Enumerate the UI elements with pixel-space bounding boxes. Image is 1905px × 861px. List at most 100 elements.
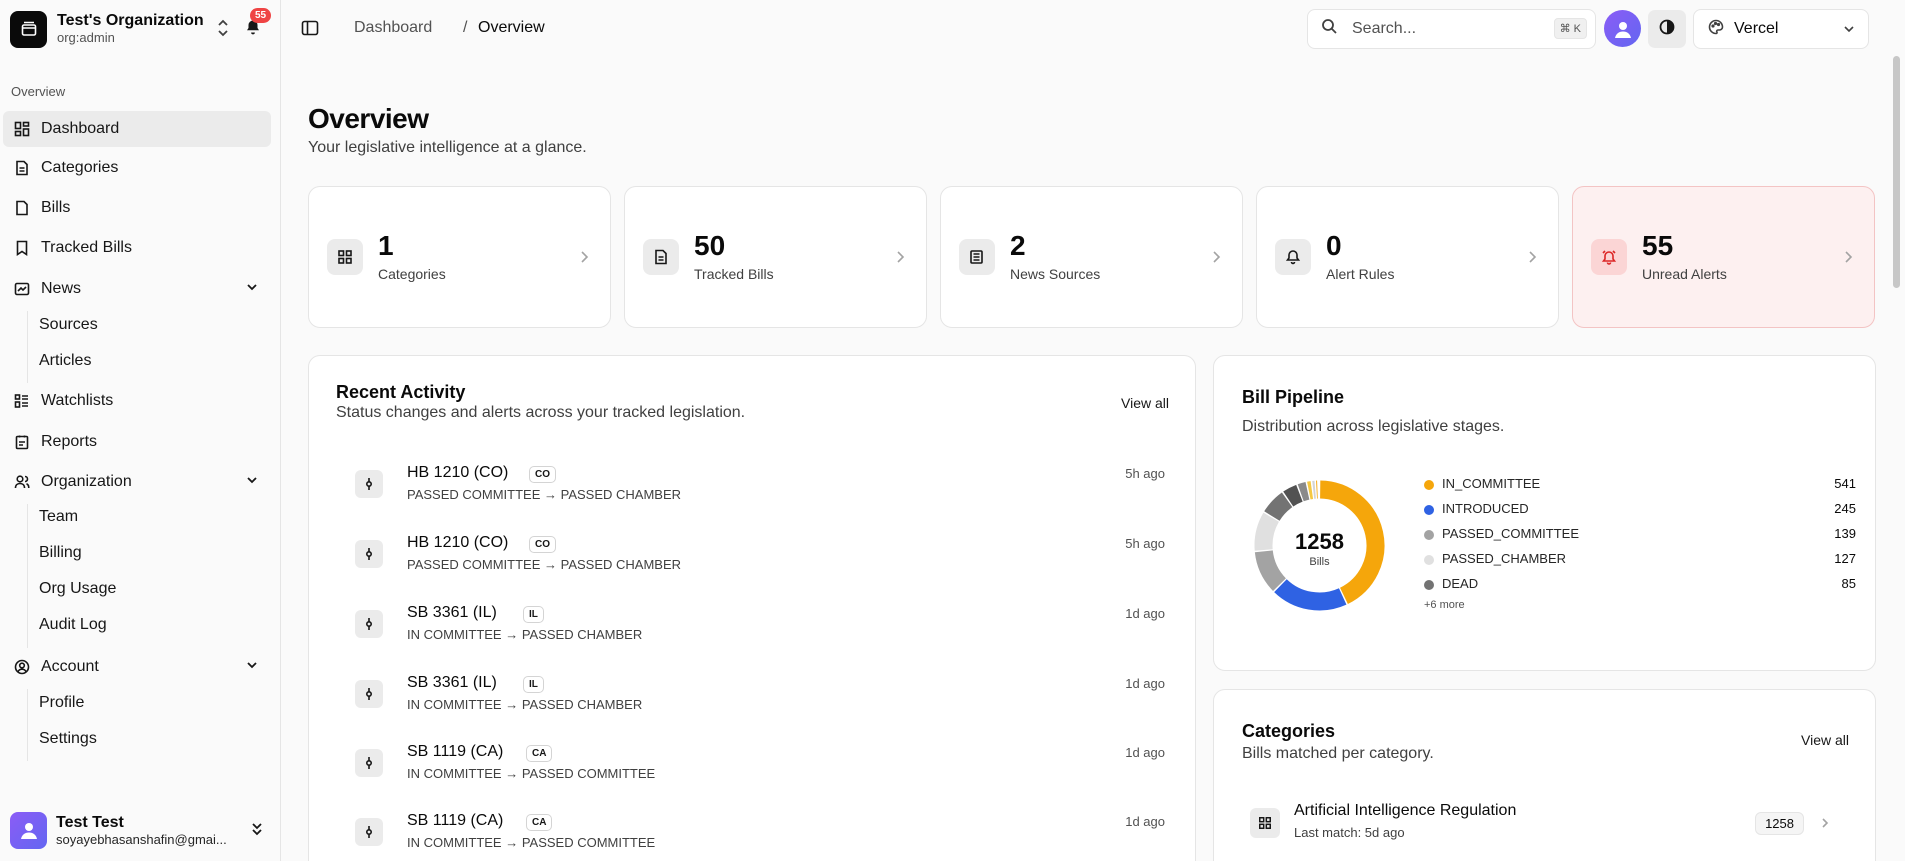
stat-card-news-sources[interactable]: 2 News Sources <box>940 186 1243 328</box>
project-selector[interactable]: Vercel <box>1693 9 1869 49</box>
sidebar-subitem-settings[interactable]: Settings <box>39 730 97 748</box>
sidebar-item-watchlists[interactable]: Watchlists <box>3 383 271 419</box>
breadcrumb-separator: / <box>463 19 468 36</box>
report-icon <box>13 433 31 451</box>
activity-item[interactable]: SB 1119 (CA) CA IN COMMITTEE → PASSED CO… <box>345 741 1165 797</box>
sidebar-subitem-profile[interactable]: Profile <box>39 694 84 712</box>
legend-item: PASSED_CHAMBER 127 <box>1424 551 1856 569</box>
activity-title: HB 1210 (CO) <box>407 464 509 481</box>
file-icon <box>13 199 31 217</box>
sidebar-item-dashboard[interactable]: Dashboard <box>3 111 271 147</box>
activity-item[interactable]: HB 1210 (CO) CO PASSED COMMITTEE → PASSE… <box>345 532 1165 588</box>
submenu-line <box>27 311 28 383</box>
scrollbar[interactable] <box>1893 56 1900 288</box>
chevron-right-icon <box>1820 816 1830 834</box>
view-all-link[interactable]: View all <box>1801 732 1849 748</box>
stat-value: 55 <box>1642 230 1674 261</box>
chevron-right-icon <box>578 250 590 269</box>
view-all-link[interactable]: View all <box>1121 395 1169 411</box>
stat-card-tracked-bills[interactable]: 50 Tracked Bills <box>624 186 927 328</box>
sidebar-item-organization[interactable]: Organization <box>3 464 271 500</box>
org-switcher[interactable]: Test's Organization org:admin <box>10 9 270 49</box>
avatar[interactable] <box>1604 10 1641 47</box>
sidebar-section-label: Overview <box>11 84 66 99</box>
stat-label: Unread Alerts <box>1642 266 1727 282</box>
donut-segment <box>1297 482 1310 502</box>
sidebar-item-account[interactable]: Account <box>3 649 271 685</box>
top-bar: Dashboard / Overview Search... ⌘ K Verce… <box>281 0 1905 56</box>
legend-swatch <box>1424 580 1434 590</box>
legend-item: INTRODUCED 245 <box>1424 501 1856 519</box>
activity-time: 5h ago <box>1125 536 1165 551</box>
keyboard-shortcut: ⌘ K <box>1553 18 1587 39</box>
donut-segment <box>1254 550 1287 591</box>
stat-value: 0 <box>1326 230 1342 261</box>
state-badge: IL <box>523 606 544 623</box>
category-row[interactable]: Artificial Intelligence Regulation Last … <box>1250 798 1834 854</box>
sidebar-toggle-icon[interactable] <box>301 19 319 42</box>
activity-item[interactable]: SB 3361 (IL) IL IN COMMITTEE → PASSED CH… <box>345 602 1165 658</box>
chevrons-up-down-icon <box>216 19 230 42</box>
sidebar-subitem-billing[interactable]: Billing <box>39 544 82 562</box>
card-title: Categories <box>1242 721 1336 741</box>
legend-more-link[interactable]: +6 more <box>1424 599 1465 611</box>
activity-status: PASSED COMMITTEE → PASSED CHAMBER <box>407 557 682 572</box>
stat-card-alert-rules[interactable]: 0 Alert Rules <box>1256 186 1559 328</box>
stat-card-categories[interactable]: 1 Categories <box>308 186 611 328</box>
sidebar-subitem-audit-log[interactable]: Audit Log <box>39 616 107 634</box>
activity-item[interactable]: HB 1210 (CO) CO PASSED COMMITTEE → PASSE… <box>345 462 1165 518</box>
sidebar-item-tracked-bills[interactable]: Tracked Bills <box>3 230 271 266</box>
sidebar-item-reports[interactable]: Reports <box>3 424 271 460</box>
legend-item: PASSED_COMMITTEE 139 <box>1424 526 1856 544</box>
search-placeholder: Search... <box>1352 20 1417 37</box>
chevron-down-icon[interactable] <box>245 280 259 299</box>
breadcrumb-dashboard[interactable]: Dashboard <box>354 19 432 37</box>
sidebar-subitem-articles[interactable]: Articles <box>39 352 91 370</box>
sidebar-subitem-org-usage[interactable]: Org Usage <box>39 580 116 598</box>
commit-icon <box>355 680 383 708</box>
chevron-right-icon <box>1526 250 1538 269</box>
stat-value: 1 <box>378 230 394 261</box>
activity-item[interactable]: SB 1119 (CA) CA IN COMMITTEE → PASSED CO… <box>345 810 1165 861</box>
dashboard-icon <box>13 120 31 138</box>
activity-title: SB 1119 (CA) <box>407 812 504 829</box>
activity-time: 5h ago <box>1125 466 1165 481</box>
stat-card-unread-alerts[interactable]: 55 Unread Alerts <box>1572 186 1875 328</box>
commit-icon <box>355 610 383 638</box>
legend-value: 127 <box>1834 551 1856 566</box>
categories-card: Categories Bills matched per category. V… <box>1213 689 1876 861</box>
sidebar-item-categories[interactable]: Categories <box>3 150 271 186</box>
search-input[interactable]: Search... ⌘ K <box>1307 9 1596 49</box>
sidebar-item-bills[interactable]: Bills <box>3 190 271 226</box>
commit-icon <box>355 818 383 846</box>
user-email: soyayebhasanshafin@gmai... <box>56 831 227 847</box>
page-subtitle: Your legislative intelligence at a glanc… <box>308 139 587 156</box>
card-title: Bill Pipeline <box>1242 387 1345 407</box>
theme-toggle-button[interactable] <box>1648 10 1686 48</box>
avatar <box>10 811 47 849</box>
sidebar-item-news[interactable]: News <box>3 271 271 307</box>
user-menu[interactable]: Test Test soyayebhasanshafin@gmai... <box>10 808 272 852</box>
stat-value: 50 <box>694 230 726 261</box>
sidebar-subitem-sources[interactable]: Sources <box>39 316 98 334</box>
sidebar-item-label: Categories <box>41 159 119 176</box>
legend-swatch <box>1424 480 1434 490</box>
stat-label: Categories <box>378 266 446 282</box>
state-badge: CA <box>526 745 553 762</box>
card-subtitle: Status changes and alerts across your tr… <box>336 404 746 421</box>
chevron-down-icon <box>1842 22 1856 41</box>
chevron-down-icon[interactable] <box>245 658 259 677</box>
legend-swatch <box>1424 530 1434 540</box>
activity-time: 1d ago <box>1125 814 1165 829</box>
grid-icon <box>327 239 363 275</box>
activity-item[interactable]: SB 3361 (IL) IL IN COMMITTEE → PASSED CH… <box>345 672 1165 728</box>
legend-item: IN_COMMITTEE 541 <box>1424 476 1856 494</box>
commit-icon <box>355 749 383 777</box>
chevron-down-icon[interactable] <box>245 473 259 492</box>
grid-icon <box>1250 808 1280 838</box>
bookmark-icon <box>13 239 31 257</box>
card-subtitle: Bills matched per category. <box>1242 745 1434 762</box>
category-name: Artificial Intelligence Regulation <box>1294 802 1517 819</box>
chevrons-up-down-icon <box>250 821 264 842</box>
sidebar-subitem-team[interactable]: Team <box>39 508 78 526</box>
